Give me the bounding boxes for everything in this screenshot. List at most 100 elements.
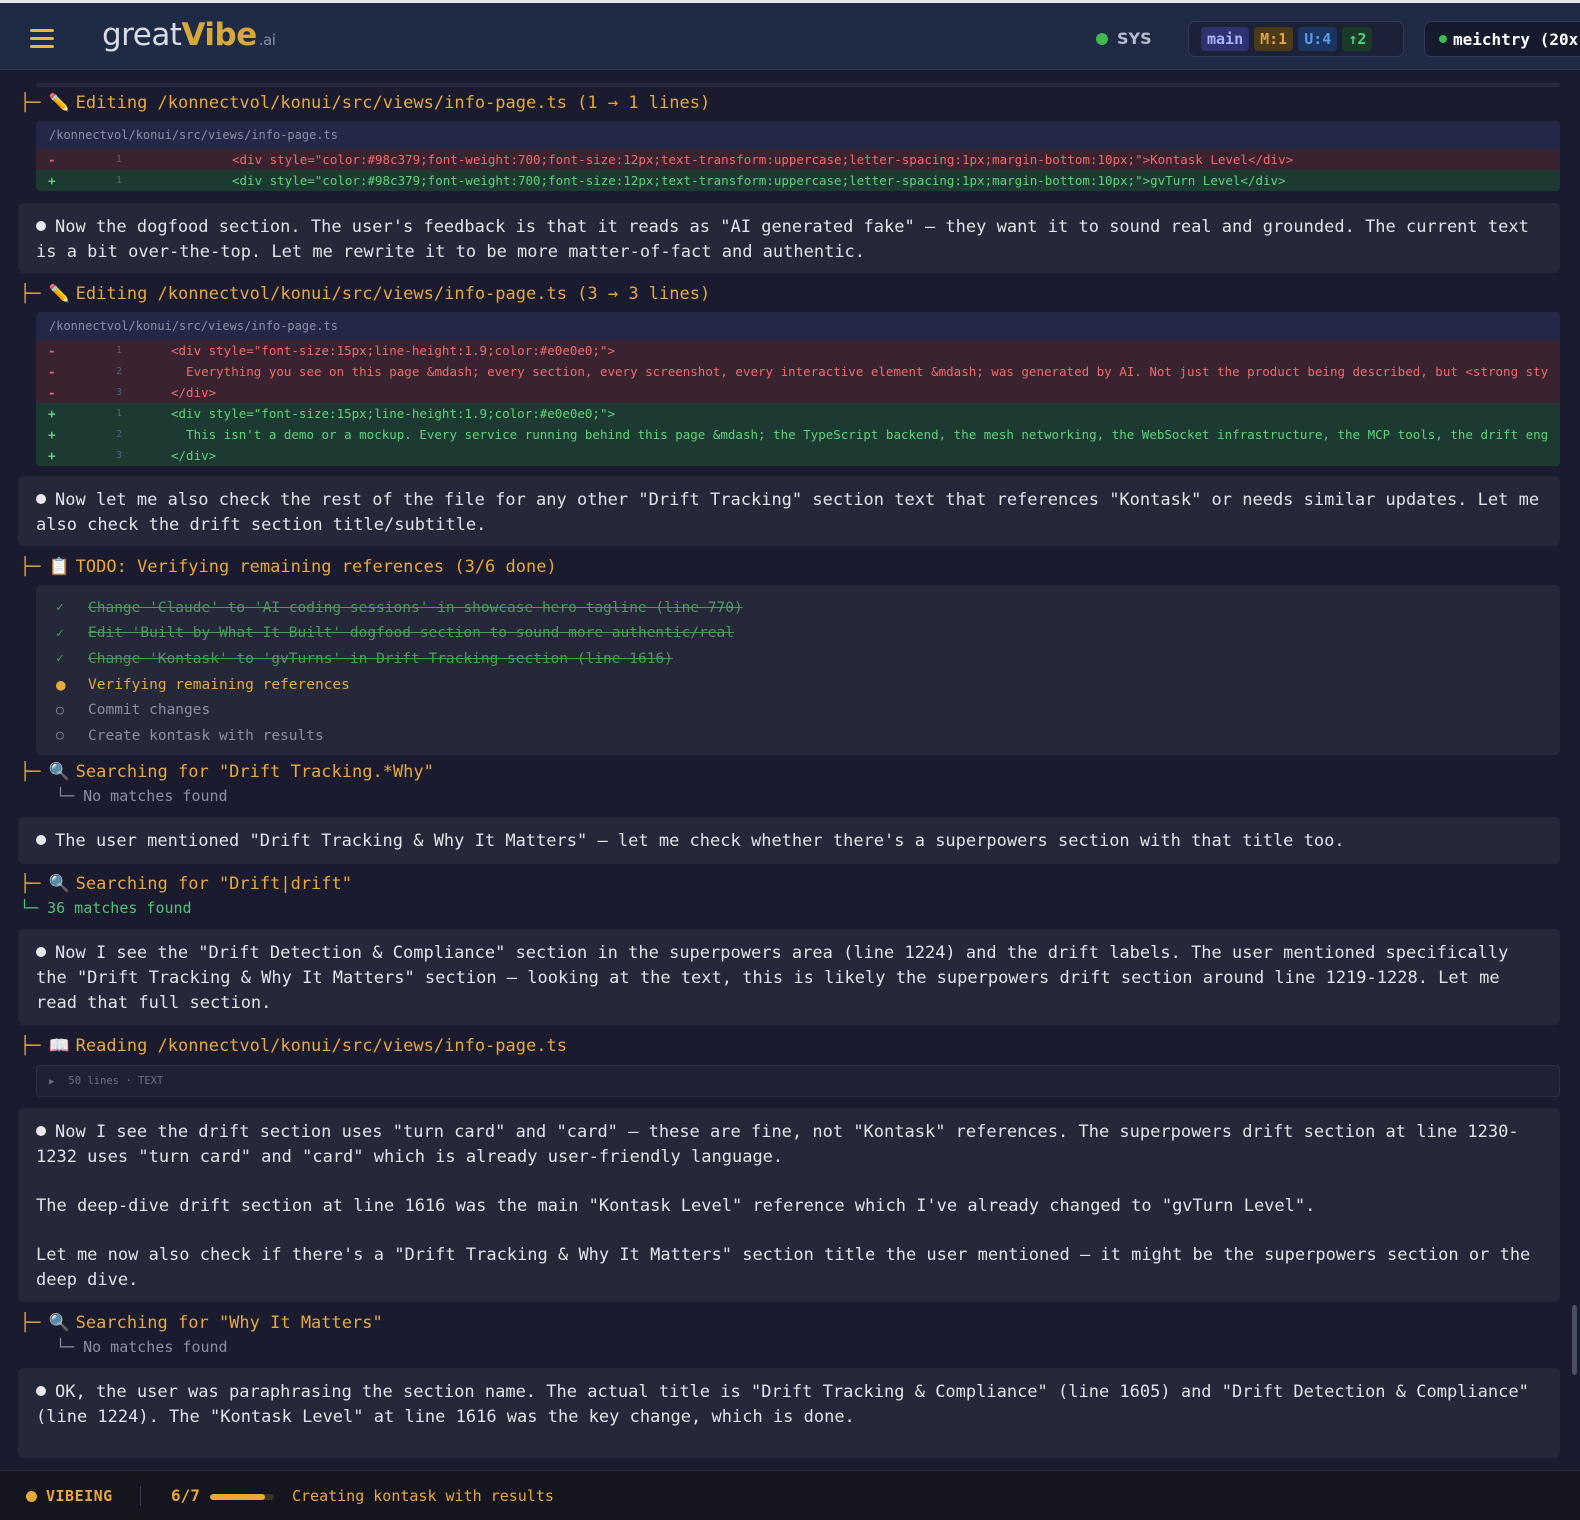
tree-connector: ├─ — [20, 284, 41, 304]
todo-text: Change 'Kontask' to 'gvTurns' in Drift T… — [88, 650, 673, 667]
todo-item: ✓ Change 'Claude' to 'AI coding sessions'… — [36, 595, 1560, 621]
diff-path: /konnectvol/konui/src/views/info-page.ts — [36, 312, 1560, 340]
activity-status: VIBEING — [26, 1487, 113, 1505]
line-number: 3 — [115, 387, 122, 398]
in-progress-icon: ● — [56, 675, 66, 695]
todo-item: ✓ Change 'Kontask' to 'gvTurns' in Drift … — [36, 646, 1560, 672]
status-bar: VIBEING 6/7 Creating kontask with result… — [0, 1470, 1580, 1520]
tool-header-read[interactable]: ├─ 📖 Reading /konnectvol/konui/src/views/i… — [20, 1036, 567, 1056]
user-name: meichtry (20x) — [1453, 29, 1580, 49]
tool-title: TODO: Verifying remaining references (3/… — [75, 557, 557, 577]
tool-title: Reading /konnectvol/konui/src/views/info… — [75, 1036, 567, 1056]
ahead-badge: ↑2 — [1342, 27, 1373, 51]
tool-header-todo[interactable]: ├─ 📋 TODO: Verifying remaining references … — [20, 557, 557, 577]
diff-row-removed: - 1 <div style="font-size:15px;line-height… — [36, 340, 1560, 361]
tool-header-edit[interactable]: ├─ ✏️ Editing /konnectvol/konui/src/views/… — [20, 93, 710, 113]
message-text: OK, the user was paraphrasing the sectio… — [36, 1382, 1529, 1427]
diff-sign: - — [48, 364, 56, 379]
scrollbar-thumb[interactable] — [1572, 1305, 1577, 1375]
tool-header-edit[interactable]: ├─ ✏️ Editing /konnectvol/konui/src/views/… — [20, 284, 710, 304]
diff-code: This isn't a demo or a mockup. Every ser… — [171, 427, 1549, 442]
line-number: 2 — [115, 366, 122, 377]
line-number: 1 — [115, 408, 122, 419]
progress-label: Creating kontask with results — [292, 1487, 554, 1505]
check-icon: ✓ — [56, 600, 64, 616]
file-meta: 50 lines · TEXT — [68, 1075, 164, 1087]
pencil-icon: ✏️ — [48, 284, 70, 304]
diff-sign: + — [48, 427, 56, 442]
todo-text: Edit 'Built by What It Built' dogfood se… — [88, 625, 735, 642]
assistant-message: Now the dogfood section. The user's feed… — [18, 203, 1560, 273]
line-number: 1 — [115, 345, 122, 356]
diff-sign: + — [48, 448, 56, 463]
assistant-message: OK, the user was paraphrasing the sectio… — [18, 1368, 1560, 1458]
diff-view: /konnectvol/konui/src/views/info-page.ts… — [36, 312, 1560, 466]
app-logo[interactable]: greatVibe .ai — [102, 17, 276, 53]
git-status[interactable]: main M:1 U:4 ↑2 — [1188, 21, 1404, 57]
tool-title: Searching for "Why It Matters" — [75, 1313, 383, 1333]
search-result: └─ No matches found — [56, 787, 228, 805]
tool-title: Searching for "Drift|drift" — [75, 874, 352, 894]
todo-text: Create kontask with results — [88, 727, 324, 744]
diff-code: <div style="color:#98c379;font-weight:70… — [232, 173, 1286, 188]
check-icon: ✓ — [56, 651, 64, 667]
progress-fill — [210, 1494, 265, 1500]
progress-bar — [210, 1494, 274, 1500]
status-dot-icon — [1096, 32, 1108, 45]
todo-item: ✓ Edit 'Built by What It Built' dogfood s… — [36, 621, 1560, 647]
hamburger-menu-icon[interactable] — [30, 29, 54, 49]
app-header: greatVibe .ai SYS main M:1 U:4 ↑2 meichtr… — [0, 0, 1580, 70]
diff-row-removed: - 3 </div> — [36, 382, 1560, 403]
diff-code: <div style="font-size:15px;line-height:1… — [171, 406, 616, 421]
file-preview-toggle[interactable]: ▶ 50 lines · TEXT — [36, 1065, 1560, 1097]
line-number: 1 — [115, 175, 122, 186]
conversation-log[interactable]: ├─ ✏️ Editing /konnectvol/konui/src/views/… — [0, 71, 1580, 1470]
tool-title: Editing /konnectvol/konui/src/views/info… — [75, 93, 711, 113]
check-icon: ✓ — [56, 625, 64, 641]
todo-item: ○ Create kontask with results — [36, 723, 1560, 749]
message-text: Now I see the "Drift Detection & Complia… — [36, 943, 1509, 1013]
user-menu[interactable]: meichtry (20x) — [1424, 21, 1580, 57]
bullet-icon — [36, 221, 46, 231]
diff-row-added: +3 </div> — [36, 445, 1560, 466]
search-result: └─ 36 matches found — [20, 899, 192, 917]
search-icon: 🔍 — [48, 762, 70, 782]
diff-row-added: +1 <div style="font-size:15px;line-height… — [36, 403, 1560, 424]
tool-header-search[interactable]: ├─ 🔍 Searching for "Why It Matters" — [20, 1313, 383, 1333]
message-text: Now the dogfood section. The user's feed… — [36, 217, 1529, 262]
line-number: 2 — [115, 429, 122, 440]
activity-dot-icon — [26, 1490, 37, 1502]
clipboard-icon: 📋 — [48, 557, 70, 577]
assistant-message: Now I see the "Drift Detection & Complia… — [18, 929, 1560, 1025]
diff-row-removed: - 1 <div style="color:#98c379;font-weight:… — [36, 149, 1560, 170]
search-result: └─ No matches found — [56, 1338, 228, 1356]
diff-code: <div style="font-size:15px;line-height:1… — [171, 343, 616, 358]
tree-connector: ├─ — [20, 1036, 41, 1056]
assistant-message: The user mentioned "Drift Tracking & Why… — [18, 817, 1560, 864]
tree-connector: ├─ — [20, 93, 41, 113]
divider — [140, 1486, 141, 1506]
sys-label: SYS — [1117, 29, 1152, 48]
todo-item: ○ Commit changes — [36, 697, 1560, 723]
bullet-icon — [36, 494, 46, 504]
bullet-icon — [36, 835, 46, 845]
bullet-icon — [36, 1386, 46, 1396]
logo-part-vibe: Vibe — [181, 17, 257, 53]
message-paragraph: Let me now also check if there's a "Drif… — [36, 1245, 1531, 1290]
expand-arrow-icon: ▶ — [49, 1077, 55, 1087]
tool-header-search[interactable]: ├─ 🔍 Searching for "Drift|drift" — [20, 874, 352, 894]
diff-code: </div> — [171, 448, 217, 463]
logo-part-great: great — [102, 17, 182, 53]
line-number: 1 — [115, 154, 122, 165]
sys-status[interactable]: SYS — [1096, 29, 1152, 48]
diff-sign: + — [48, 173, 56, 188]
search-icon: 🔍 — [48, 874, 70, 894]
diff-sign: - — [48, 343, 56, 358]
diff-view: /konnectvol/konui/src/views/info-page.ts… — [36, 121, 1560, 191]
pending-icon: ○ — [56, 702, 64, 718]
modified-badge: M:1 — [1254, 27, 1294, 51]
todo-list: ✓ Change 'Claude' to 'AI coding sessions'… — [36, 585, 1560, 755]
diff-code: <div style="color:#98c379;font-weight:70… — [232, 152, 1294, 167]
diff-row-added: +2 This isn't a demo or a mockup. Every … — [36, 424, 1560, 445]
tool-header-search[interactable]: ├─ 🔍 Searching for "Drift Tracking.*Why" — [20, 762, 434, 782]
